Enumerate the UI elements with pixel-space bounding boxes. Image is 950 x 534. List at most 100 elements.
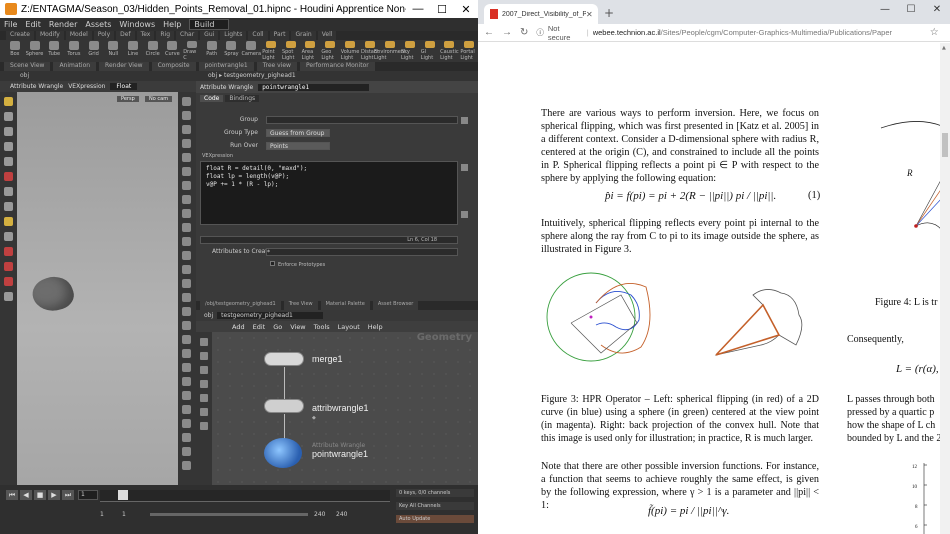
shelf-tool-portal-light[interactable]: Portal Light: [460, 41, 478, 61]
attributes-field[interactable]: *: [266, 248, 458, 256]
menu-assets[interactable]: Assets: [85, 20, 111, 29]
shelf-tool-torus[interactable]: Torus: [65, 41, 83, 61]
network-tool-icon[interactable]: [200, 408, 208, 416]
shelf-tab[interactable]: Rig: [156, 31, 175, 40]
shelf-tool-circle[interactable]: Circle: [144, 41, 162, 61]
magnet-tool-icon[interactable]: [4, 232, 13, 241]
shelf-tab[interactable]: Char: [176, 31, 199, 40]
shelf-tool-volume-light[interactable]: Volume Light: [341, 41, 359, 61]
display-option-icon[interactable]: [182, 405, 191, 414]
tab-bindings[interactable]: Bindings: [225, 95, 260, 102]
display-option-icon[interactable]: [182, 251, 191, 260]
shelf-tab[interactable]: Part: [269, 31, 290, 40]
tab-composite[interactable]: Composite: [151, 62, 196, 71]
display-option-icon[interactable]: [182, 153, 191, 162]
tab-performance[interactable]: Performance Monitor: [299, 62, 375, 71]
tab-parameters[interactable]: pointwrangle1: [198, 62, 254, 71]
render-tool-icon[interactable]: [4, 247, 13, 256]
display-option-icon[interactable]: [182, 293, 191, 302]
tab-tree-view[interactable]: Tree view: [256, 62, 297, 71]
step-back-button[interactable]: ◀: [20, 490, 32, 500]
menu-render[interactable]: Render: [49, 20, 77, 29]
network-canvas[interactable]: Geometry merge1 attribwrangle1 ◆ Attribu…: [212, 332, 478, 485]
display-option-icon[interactable]: [182, 321, 191, 330]
timeline-ruler[interactable]: [100, 490, 390, 502]
close-button[interactable]: ✕: [454, 3, 478, 16]
minimize-button[interactable]: —: [406, 3, 430, 15]
jump-end-button[interactable]: ⏭: [62, 490, 74, 500]
desktop-select[interactable]: Build: [189, 19, 230, 30]
tab-asset-browser[interactable]: Asset Browser: [372, 301, 419, 310]
net-menu-layout[interactable]: Layout: [338, 323, 360, 331]
pose-tool-icon[interactable]: [4, 172, 13, 181]
shelf-tab[interactable]: Lights: [220, 31, 247, 40]
network-tool-icon[interactable]: [200, 352, 208, 360]
shelf-tool-tube[interactable]: Tube: [45, 41, 63, 61]
shelf-tool-gi-light[interactable]: GI Light: [421, 41, 439, 61]
display-option-icon[interactable]: [182, 363, 191, 372]
record-tool-icon[interactable]: [4, 262, 13, 271]
playhead[interactable]: [118, 490, 128, 500]
shelf-tab[interactable]: Create: [6, 31, 34, 40]
play-button[interactable]: ▶: [48, 490, 60, 500]
net-menu-help[interactable]: Help: [368, 323, 383, 331]
display-option-icon[interactable]: [182, 461, 191, 470]
lock-tool-icon[interactable]: [4, 277, 13, 286]
display-option-icon[interactable]: [182, 307, 191, 316]
stop-button[interactable]: ■: [34, 490, 46, 500]
enforce-prototypes[interactable]: Enforce Prototypes: [270, 261, 325, 268]
network-tool-icon[interactable]: [200, 366, 208, 374]
scrollbar-thumb[interactable]: [942, 133, 948, 157]
shelf-tab[interactable]: Vell: [317, 31, 337, 40]
vex-code-editor[interactable]: float R = detail(0, "maxd"); float lp = l…: [200, 161, 458, 225]
tab-material-palette[interactable]: Material Palette: [320, 301, 370, 310]
network-tool-icon[interactable]: [200, 338, 208, 346]
net-menu-view[interactable]: View: [290, 323, 305, 331]
menu-windows[interactable]: Windows: [119, 20, 155, 29]
param-path[interactable]: obj ▸ testgeometry_pighead1: [196, 71, 478, 81]
display-option-icon[interactable]: [182, 419, 191, 428]
display-option-icon[interactable]: [182, 349, 191, 358]
scroll-up-icon[interactable]: ▲: [942, 45, 946, 51]
handle-tool-icon[interactable]: [4, 157, 13, 166]
paint-tool-icon[interactable]: [4, 217, 13, 226]
tab-animation-editor[interactable]: Animation: [53, 62, 97, 71]
menu-file[interactable]: File: [4, 20, 17, 29]
start-frame[interactable]: 1: [100, 511, 122, 518]
back-button[interactable]: ←: [484, 27, 494, 38]
display-option-icon[interactable]: [182, 377, 191, 386]
display-option-icon[interactable]: [182, 167, 191, 176]
move-tool-icon[interactable]: [4, 112, 13, 121]
rotate-tool-icon[interactable]: [4, 127, 13, 136]
shelf-tool-draw-curve[interactable]: Draw C: [183, 41, 201, 61]
viewport-3d-canvas[interactable]: Persp No cam: [17, 92, 178, 485]
group-field[interactable]: [266, 116, 458, 124]
address-bar[interactable]: ⓘ Not secure | webee.technion.ac.il/Site…: [536, 24, 891, 42]
display-option-icon[interactable]: [182, 223, 191, 232]
persp-menu[interactable]: Persp: [117, 96, 139, 102]
shelf-tab[interactable]: Tex: [136, 31, 155, 40]
display-option-icon[interactable]: [182, 265, 191, 274]
close-tab-icon[interactable]: ✕: [586, 10, 598, 19]
shelf-tool-point-light[interactable]: Point Light: [262, 41, 280, 61]
pointwrangle-node[interactable]: [264, 438, 302, 468]
path-node[interactable]: testgeometry_pighead1: [217, 312, 323, 319]
maximize-button[interactable]: ☐: [430, 3, 454, 16]
grid-tool-icon[interactable]: [4, 292, 13, 301]
display-option-icon[interactable]: [182, 181, 191, 190]
shelf-tool-line[interactable]: Line: [124, 41, 142, 61]
shelf-tool-geo-light[interactable]: Geo Light: [321, 41, 339, 61]
group-type-select[interactable]: Guess from Group: [266, 129, 330, 137]
path-root[interactable]: obj: [204, 312, 213, 319]
shelf-tab[interactable]: Coll: [248, 31, 268, 40]
end-frame-2[interactable]: 240: [336, 511, 358, 518]
net-menu-edit[interactable]: Edit: [253, 323, 266, 331]
jump-start-button[interactable]: ⏮: [6, 490, 18, 500]
node-name-field[interactable]: pointwrangle1: [258, 83, 370, 91]
tab-network[interactable]: /obj/testgeometry_pighead1: [200, 301, 281, 310]
net-menu-go[interactable]: Go: [273, 323, 282, 331]
display-option-icon[interactable]: [182, 447, 191, 456]
houdini-titlebar[interactable]: Z:/ENTAGMA/Season_03/Hidden_Points_Remov…: [0, 0, 478, 18]
display-option-icon[interactable]: [182, 335, 191, 344]
shelf-tool-path[interactable]: Path: [203, 41, 221, 61]
